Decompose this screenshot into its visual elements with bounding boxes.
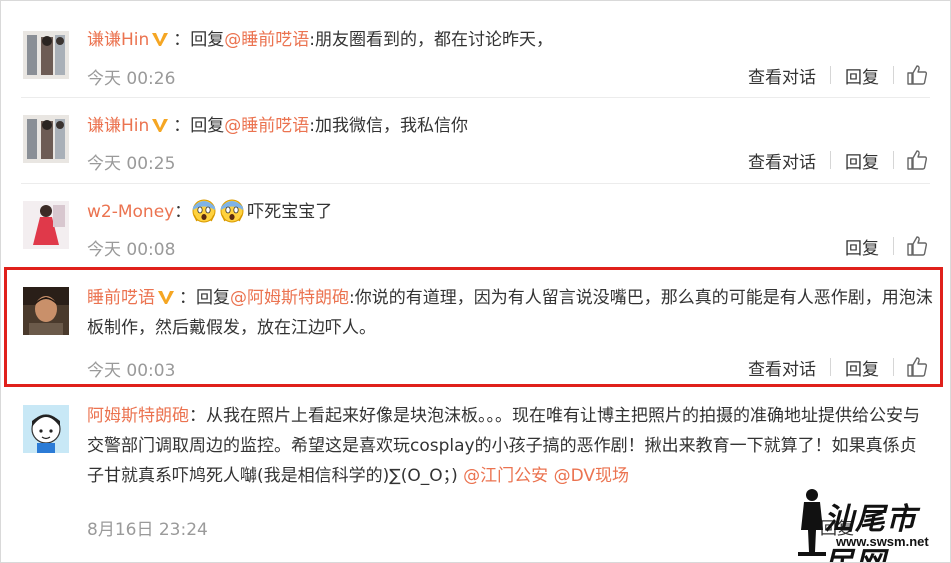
comment-time: 今天 00:25 — [87, 154, 176, 174]
avatar[interactable] — [23, 405, 69, 453]
divider — [21, 183, 930, 184]
comment-username[interactable]: 谦谦Hin — [87, 116, 149, 136]
scream-emoji-icon — [192, 199, 216, 223]
verified-icon — [152, 119, 169, 132]
thumbs-up-icon — [907, 236, 928, 256]
verified-icon — [152, 33, 169, 46]
comment-time: 今天 00:26 — [87, 69, 176, 89]
avatar-image — [23, 201, 69, 249]
comment-text: 谦谦Hin ：回复@睡前呓语:加我微信，我私信你 — [87, 116, 469, 136]
comment-list: 谦谦Hin ：回复@睡前呓语:朋友圈看到的，都在讨论昨天， 今天 00:26 查看… — [0, 0, 951, 563]
avatar-image — [23, 405, 69, 453]
comment-username[interactable]: w2-Money — [87, 202, 174, 222]
view-conversation-button[interactable]: 查看对话 — [734, 148, 830, 173]
comment-time: 今天 00:08 — [87, 240, 176, 260]
comment-text: 阿姆斯特朗砲：从我在照片上看起来好像是块泡沫板。。。现在唯有让博主把照片的拍摄的… — [87, 401, 932, 491]
thumbs-up-icon — [907, 65, 928, 85]
like-button[interactable] — [894, 64, 932, 86]
reply-prefix: 回复 — [190, 116, 225, 136]
divider — [21, 97, 930, 98]
reply-prefix: 回复 — [190, 30, 225, 50]
comment-body: :朋友圈看到的，都在讨论昨天， — [309, 30, 554, 50]
avatar[interactable] — [23, 201, 69, 249]
comment-body: 吓死宝宝了 — [247, 202, 333, 222]
comment-username[interactable]: 阿姆斯特朗砲 — [87, 406, 189, 426]
highlight-box — [4, 267, 943, 387]
watermark-text: 汕尾市民网 — [824, 502, 917, 562]
comment-actions: 查看对话 回复 — [734, 145, 932, 175]
comment-actions: 回复 — [831, 231, 932, 261]
reply-button[interactable]: 回复 — [831, 148, 893, 173]
mention-link[interactable]: @睡前呓语 — [224, 116, 309, 136]
avatar[interactable] — [23, 115, 69, 163]
comment-body: :加我微信，我私信你 — [309, 116, 469, 136]
avatar[interactable] — [23, 31, 69, 79]
avatar-image — [23, 115, 69, 163]
comment-text: w2-Money： 吓死宝宝了 — [87, 197, 927, 227]
reply-button[interactable]: 回复 — [831, 234, 893, 259]
watermark: 汕尾市民网 www.swsm.net — [794, 486, 944, 562]
like-button[interactable] — [894, 149, 932, 171]
view-conversation-button[interactable]: 查看对话 — [734, 63, 830, 88]
comment-text: 谦谦Hin ：回复@睡前呓语:朋友圈看到的，都在讨论昨天， — [87, 30, 554, 50]
scream-emoji-icon — [220, 199, 244, 223]
mention-link[interactable]: @睡前呓语 — [224, 30, 309, 50]
mention-link[interactable]: @江门公安 — [463, 466, 548, 486]
comment-username[interactable]: 谦谦Hin — [87, 30, 149, 50]
like-button[interactable] — [894, 235, 932, 257]
watermark-url: www.swsm.net — [836, 534, 929, 549]
mention-link[interactable]: @DV现场 — [554, 466, 629, 486]
comment-actions: 查看对话 回复 — [734, 60, 932, 90]
reply-button[interactable]: 回复 — [831, 63, 893, 88]
thumbs-up-icon — [907, 150, 928, 170]
avatar-image — [23, 31, 69, 79]
comment-time: 8月16日 23:24 — [87, 520, 208, 540]
